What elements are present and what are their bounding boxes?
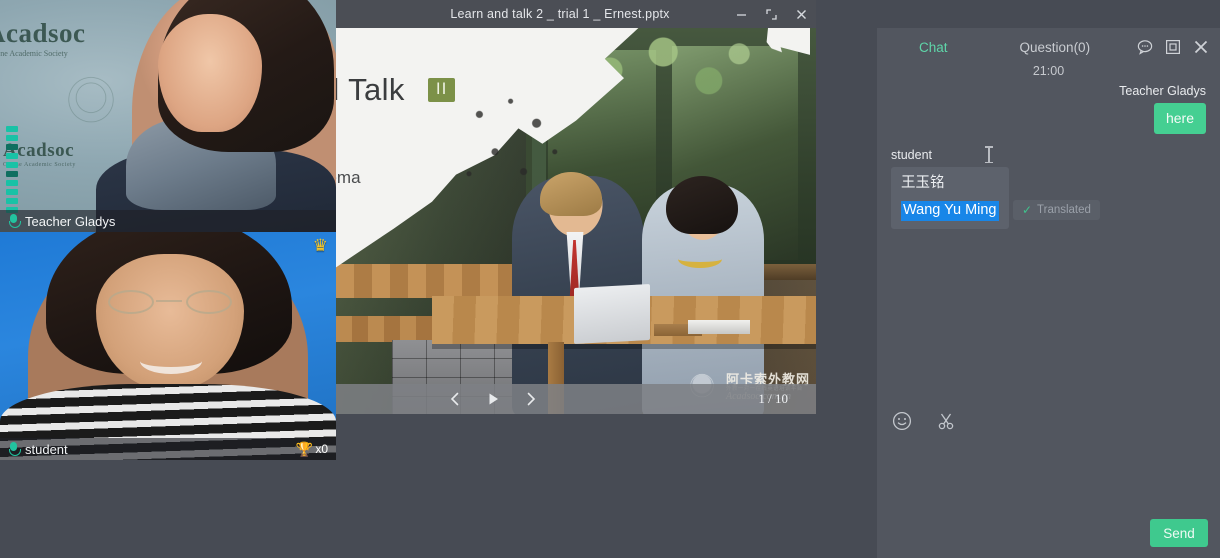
teacher-face	[158, 14, 262, 132]
video-tile-student[interactable]: ♛ student 🏆 x0	[0, 232, 336, 460]
volume-bar	[6, 135, 18, 141]
chevron-left-icon[interactable]	[442, 386, 468, 412]
crown-icon: ♛	[313, 237, 328, 254]
banner-logo-sub: Online Academic Society	[0, 49, 86, 58]
chat-message: student 王玉铭 Wang Yu Ming ✓ Translated	[891, 148, 1206, 229]
message-bubble[interactable]: here	[1154, 103, 1206, 134]
tree-logo-mark	[58, 70, 124, 136]
app-root: Acadsoc Online Academic Society Acadsoc …	[0, 0, 1220, 558]
presentation-title: Learn and talk 2 _ trial 1 _ Ernest.pptx	[336, 7, 726, 21]
slide-title-text: d Talk	[336, 72, 405, 107]
microphone-icon[interactable]	[8, 442, 19, 457]
send-button[interactable]: Send	[1150, 519, 1208, 547]
teacher-name-bar: Teacher Gladys	[0, 210, 336, 232]
photo-laptop	[574, 284, 650, 344]
window-controls	[726, 0, 816, 28]
banner-logo-text: Acadsoc	[0, 18, 86, 48]
text-caret-icon	[988, 146, 990, 163]
translated-label: Translated	[1037, 204, 1091, 216]
chat-message: Teacher Gladys here	[891, 84, 1206, 134]
message-bubble[interactable]: 王玉铭 Wang Yu Ming	[891, 167, 1009, 229]
volume-bar	[6, 180, 18, 186]
trophy-counter: 🏆 x0	[296, 441, 328, 458]
photo-woman-necklace	[678, 250, 722, 268]
message-sender-name: Teacher Gladys	[891, 84, 1206, 98]
chat-message-list[interactable]: Teacher Gladys here student 王玉铭 Wang Yu …	[877, 84, 1220, 400]
chat-input[interactable]	[877, 440, 1220, 530]
volume-bar	[6, 126, 18, 132]
acadsoc-banner-logo: Acadsoc Online Academic Society	[0, 18, 86, 58]
slide-nav-group	[442, 386, 544, 412]
tab-chat[interactable]: Chat	[911, 40, 956, 55]
restore-window-icon[interactable]	[1164, 38, 1182, 56]
page-indicator: 1 / 10	[758, 391, 788, 407]
chat-timestamp: 21:00	[877, 64, 1220, 78]
message-sender-name: student	[891, 148, 1206, 162]
volume-bar	[6, 198, 18, 204]
chat-bubble-icon[interactable]	[1136, 38, 1154, 56]
photo-bench	[336, 264, 526, 298]
restore-icon[interactable]	[756, 0, 786, 28]
volume-bar	[6, 144, 18, 150]
trophy-count-label: x0	[315, 442, 328, 456]
student-smile	[140, 348, 202, 374]
photo-book	[688, 320, 750, 334]
slide-title: d Talk II	[336, 72, 455, 108]
volume-level-meter	[6, 126, 18, 213]
tab-question[interactable]: Question(0)	[1012, 40, 1099, 55]
close-icon[interactable]	[1192, 38, 1210, 56]
student-name-bar: student 🏆 x0	[0, 438, 336, 460]
student-video-feed	[0, 232, 336, 460]
trophy-icon: 🏆	[296, 441, 313, 458]
message-text-chinese: 王玉铭	[901, 174, 999, 194]
video-column: Acadsoc Online Academic Society Acadsoc …	[0, 0, 336, 460]
chat-input-toolbar	[891, 410, 957, 432]
chat-tab-bar: Chat Question(0)	[877, 28, 1220, 66]
presentation-controls: 1 / 10	[336, 384, 816, 414]
slide-canvas[interactable]: d Talk II nema 阿卡索外教网 外教一对一在线英语培训平台 Acad…	[336, 28, 816, 414]
volume-bar	[6, 189, 18, 195]
slide-subtitle: nema	[336, 168, 361, 188]
close-icon[interactable]	[786, 0, 816, 28]
photo-woman-hair	[666, 176, 738, 234]
chevron-right-icon[interactable]	[518, 386, 544, 412]
volume-bar	[6, 153, 18, 159]
minimize-icon[interactable]	[726, 0, 756, 28]
slide-ink-splatter	[456, 88, 586, 198]
slide-title-badge: II	[428, 78, 455, 102]
panel-icon-group	[1136, 38, 1210, 56]
play-icon[interactable]	[480, 386, 506, 412]
presentation-window: Learn and talk 2 _ trial 1 _ Ernest.pptx	[336, 0, 816, 414]
volume-bar	[6, 162, 18, 168]
presentation-titlebar[interactable]: Learn and talk 2 _ trial 1 _ Ernest.pptx	[336, 0, 816, 28]
volume-bar	[6, 171, 18, 177]
teacher-video-feed: Acadsoc Online Academic Society Acadsoc …	[0, 0, 336, 232]
video-tile-teacher[interactable]: Acadsoc Online Academic Society Acadsoc …	[0, 0, 336, 232]
emoji-icon[interactable]	[891, 410, 913, 432]
message-text-english: Wang Yu Ming	[901, 201, 999, 221]
microphone-icon[interactable]	[8, 214, 19, 229]
teacher-name-label: Teacher Gladys	[25, 214, 115, 229]
presentation-body: d Talk II nema 阿卡索外教网 外教一对一在线英语培训平台 Acad…	[336, 28, 816, 414]
scissors-icon[interactable]	[935, 410, 957, 432]
translated-badge: ✓ Translated	[1013, 200, 1100, 220]
chat-panel: Chat Question(0)	[877, 28, 1220, 558]
student-name-label: student	[25, 442, 68, 457]
check-icon: ✓	[1022, 203, 1032, 217]
student-glasses	[104, 290, 236, 314]
